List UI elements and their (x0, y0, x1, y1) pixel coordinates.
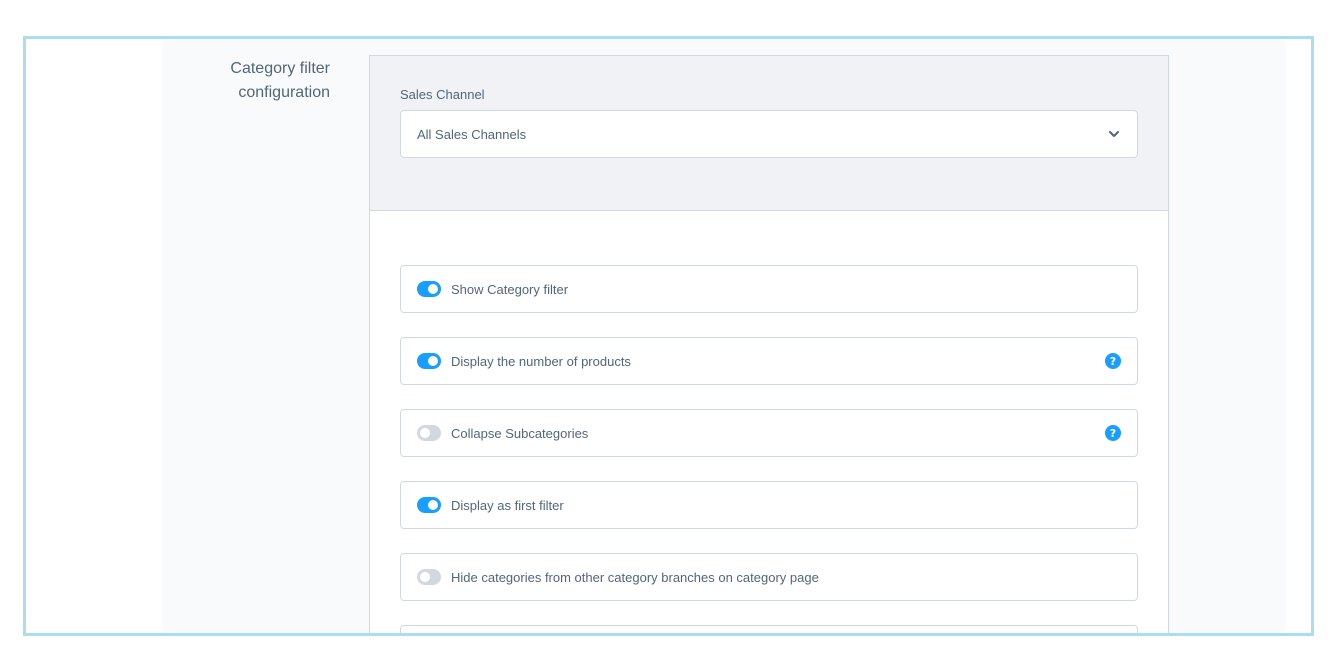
option-label: Show Category filter (451, 281, 569, 297)
toggle-switch[interactable] (417, 425, 441, 441)
section-title: Category filter configuration (26, 57, 330, 105)
card-header: Sales Channel All Sales Channels (370, 56, 1168, 211)
chevron-down-icon (1109, 131, 1119, 137)
option-display-number-of-products[interactable]: Display the number of products ? (400, 337, 1138, 385)
sales-channel-value: All Sales Channels (417, 126, 527, 142)
option-label: Display as first filter (451, 497, 564, 513)
toggle-switch[interactable] (417, 353, 441, 369)
option-display-as-first-filter[interactable]: Display as first filter (400, 481, 1138, 529)
toggle-switch[interactable] (417, 569, 441, 585)
help-icon[interactable]: ? (1105, 353, 1121, 369)
option-next-partial[interactable] (400, 625, 1138, 633)
sales-channel-label: Sales Channel (400, 87, 485, 102)
screenshot-frame: Category filter configuration Sales Chan… (23, 36, 1314, 636)
toggle-switch[interactable] (417, 281, 441, 297)
option-label: Display the number of products (451, 353, 631, 369)
help-icon[interactable]: ? (1105, 425, 1121, 441)
section-title-line2: configuration (238, 84, 330, 101)
option-hide-other-branches[interactable]: Hide categories from other category bran… (400, 553, 1138, 601)
option-show-category-filter[interactable]: Show Category filter (400, 265, 1138, 313)
option-collapse-subcategories[interactable]: Collapse Subcategories ? (400, 409, 1138, 457)
option-label: Collapse Subcategories (451, 425, 589, 441)
section-title-line1: Category filter (230, 60, 330, 77)
sales-channel-select[interactable]: All Sales Channels (400, 110, 1138, 158)
toggle-switch[interactable] (417, 497, 441, 513)
option-label: Hide categories from other category bran… (451, 569, 819, 585)
config-card: Sales Channel All Sales Channels Show Ca… (369, 55, 1169, 633)
